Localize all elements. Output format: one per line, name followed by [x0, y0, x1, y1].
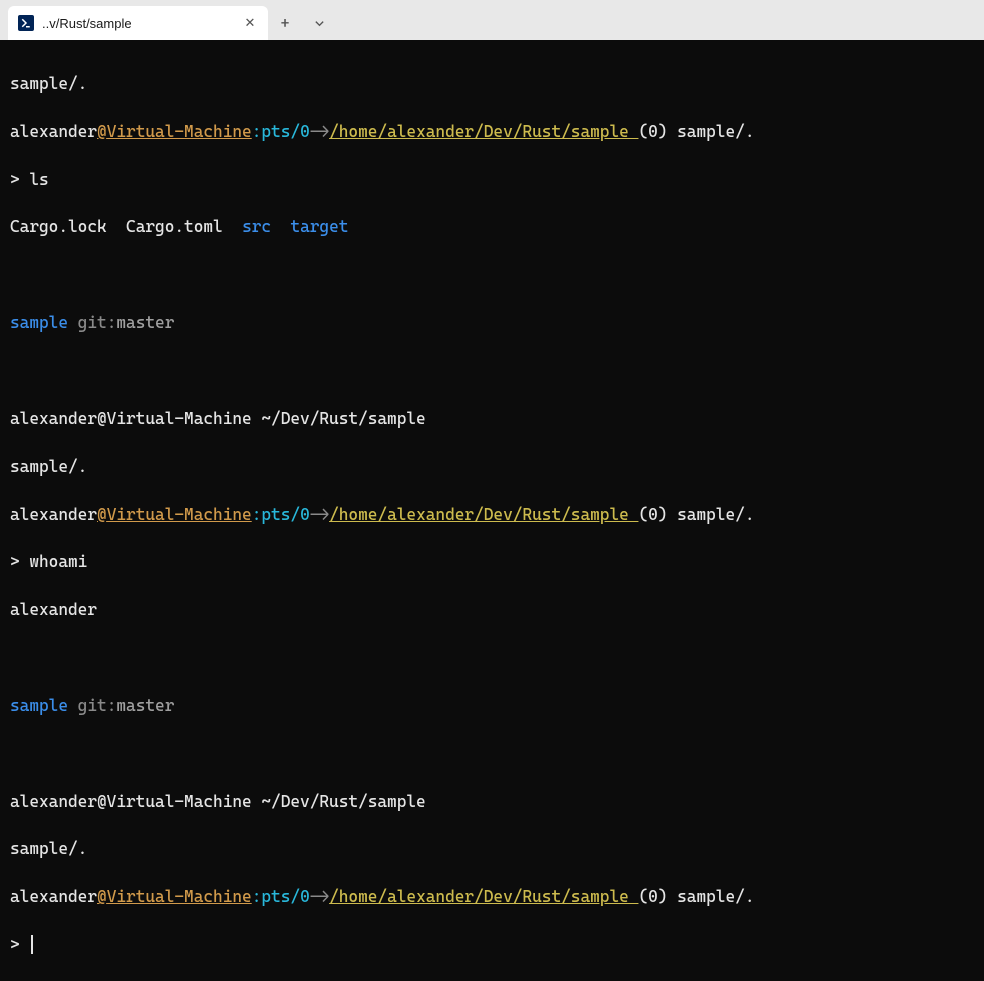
blank-line: [10, 263, 974, 287]
prompt-host: Virtual-Machine: [107, 887, 252, 906]
prompt-tty: pts/0: [261, 505, 309, 524]
command-ls: ls: [29, 170, 48, 189]
titlebar: ..v/Rust/sample ✕ +: [0, 0, 984, 40]
prompt-paren-close: ): [658, 887, 668, 906]
prompt-at: @: [97, 505, 107, 524]
ls-dir: src: [242, 217, 271, 236]
dir-name: sample: [10, 696, 68, 715]
prompt-path: /home/alexander/Dev/Rust/sample: [329, 505, 638, 524]
prompt-user: alexander: [10, 505, 97, 524]
prompt-paren-open: (: [638, 122, 648, 141]
prompt-colon: :: [252, 887, 262, 906]
prompt-host: Virtual-Machine: [107, 122, 252, 141]
prompt-gitnum: 0: [648, 887, 658, 906]
prompt-colon: :: [252, 505, 262, 524]
powershell-icon: [18, 15, 34, 31]
prompt-arrow: ->: [310, 887, 329, 906]
close-tab-button[interactable]: ✕: [242, 15, 258, 31]
prompt-gitnum: 0: [648, 122, 658, 141]
git-label: git:: [68, 696, 116, 715]
dir-name: sample: [10, 313, 68, 332]
prompt-chevron: >: [10, 552, 29, 571]
prompt-trail: sample/.: [667, 122, 754, 141]
cursor: [31, 935, 33, 954]
prompt-user: alexander: [10, 122, 97, 141]
prompt-host: Virtual-Machine: [107, 505, 252, 524]
prompt-paren-open: (: [638, 505, 648, 524]
prompt-arrow: ->: [310, 505, 329, 524]
ls-file: Cargo.lock: [10, 217, 107, 236]
context-line: sample/.: [10, 74, 87, 93]
alt-prompt: alexander@Virtual-Machine ~/Dev/Rust/sam…: [10, 792, 426, 811]
prompt-tty: pts/0: [261, 887, 309, 906]
prompt-trail: sample/.: [667, 505, 754, 524]
prompt-colon: :: [252, 122, 262, 141]
new-tab-button[interactable]: +: [268, 6, 302, 40]
blank-line: [10, 359, 974, 383]
ls-dir: target: [290, 217, 348, 236]
prompt-paren-open: (: [638, 887, 648, 906]
prompt-at: @: [97, 887, 107, 906]
git-branch: master: [116, 313, 174, 332]
whoami-output: alexander: [10, 600, 97, 619]
context-line: sample/.: [10, 457, 87, 476]
alt-prompt: alexander@Virtual-Machine ~/Dev/Rust/sam…: [10, 409, 426, 428]
command-whoami: whoami: [29, 552, 87, 571]
prompt-gitnum: 0: [648, 505, 658, 524]
ls-file: Cargo.toml: [126, 217, 223, 236]
prompt-tty: pts/0: [261, 122, 309, 141]
context-line: sample/.: [10, 839, 87, 858]
blank-line: [10, 646, 974, 670]
git-label: git:: [68, 313, 116, 332]
prompt-trail: sample/.: [667, 887, 754, 906]
prompt-arrow: ->: [310, 122, 329, 141]
prompt-chevron: >: [10, 935, 29, 954]
tab-title: ..v/Rust/sample: [42, 16, 234, 31]
tab-dropdown-button[interactable]: [302, 6, 336, 40]
prompt-user: alexander: [10, 887, 97, 906]
blank-line: [10, 742, 974, 766]
prompt-chevron: >: [10, 170, 29, 189]
prompt-at: @: [97, 122, 107, 141]
terminal-output[interactable]: sample/. alexander@Virtual-Machine:pts/0…: [0, 40, 984, 542]
prompt-path: /home/alexander/Dev/Rust/sample: [329, 122, 638, 141]
git-branch: master: [116, 696, 174, 715]
active-tab[interactable]: ..v/Rust/sample ✕: [8, 6, 268, 40]
prompt-path: /home/alexander/Dev/Rust/sample: [329, 887, 638, 906]
